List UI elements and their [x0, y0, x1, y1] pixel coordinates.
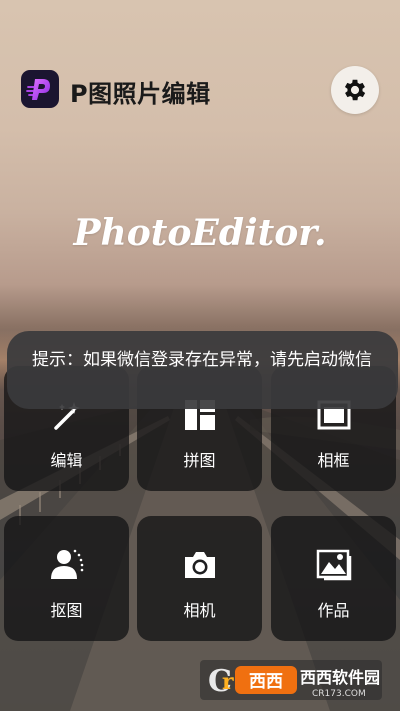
- gallery-icon: [316, 547, 352, 583]
- svg-text:r: r: [222, 669, 234, 695]
- tool-label: 相框: [317, 451, 350, 470]
- tool-cutout-button[interactable]: 抠图: [4, 516, 129, 641]
- tool-label: 相机: [183, 601, 216, 620]
- cutout-person-icon: [49, 547, 85, 583]
- tool-gallery-button[interactable]: 作品: [271, 516, 396, 641]
- app-title: P图照片编辑: [70, 80, 211, 108]
- tool-label: 抠图: [50, 601, 83, 620]
- svg-text:西西: 西西: [249, 672, 283, 692]
- camera-icon: [182, 547, 218, 583]
- app-logo-icon: [21, 70, 59, 108]
- watermark-logo: C r 西西 西西软件园 CR173.COM: [200, 660, 382, 700]
- tool-label: 拼图: [183, 451, 216, 470]
- gear-icon: [344, 79, 366, 101]
- tool-label: 作品: [317, 601, 350, 620]
- app-header: P图照片编辑: [0, 62, 400, 118]
- photo-editor-brand: PhotoEditor.: [73, 212, 327, 254]
- watermark-brand: 西西软件园: [300, 668, 380, 687]
- tool-camera-button[interactable]: 相机: [137, 516, 262, 641]
- settings-button[interactable]: [331, 66, 379, 114]
- watermark-url: CR173.COM: [312, 689, 366, 699]
- tool-label: 编辑: [50, 451, 83, 470]
- toast-message: 提示：如果微信登录存在异常，请先启动微信: [7, 331, 398, 409]
